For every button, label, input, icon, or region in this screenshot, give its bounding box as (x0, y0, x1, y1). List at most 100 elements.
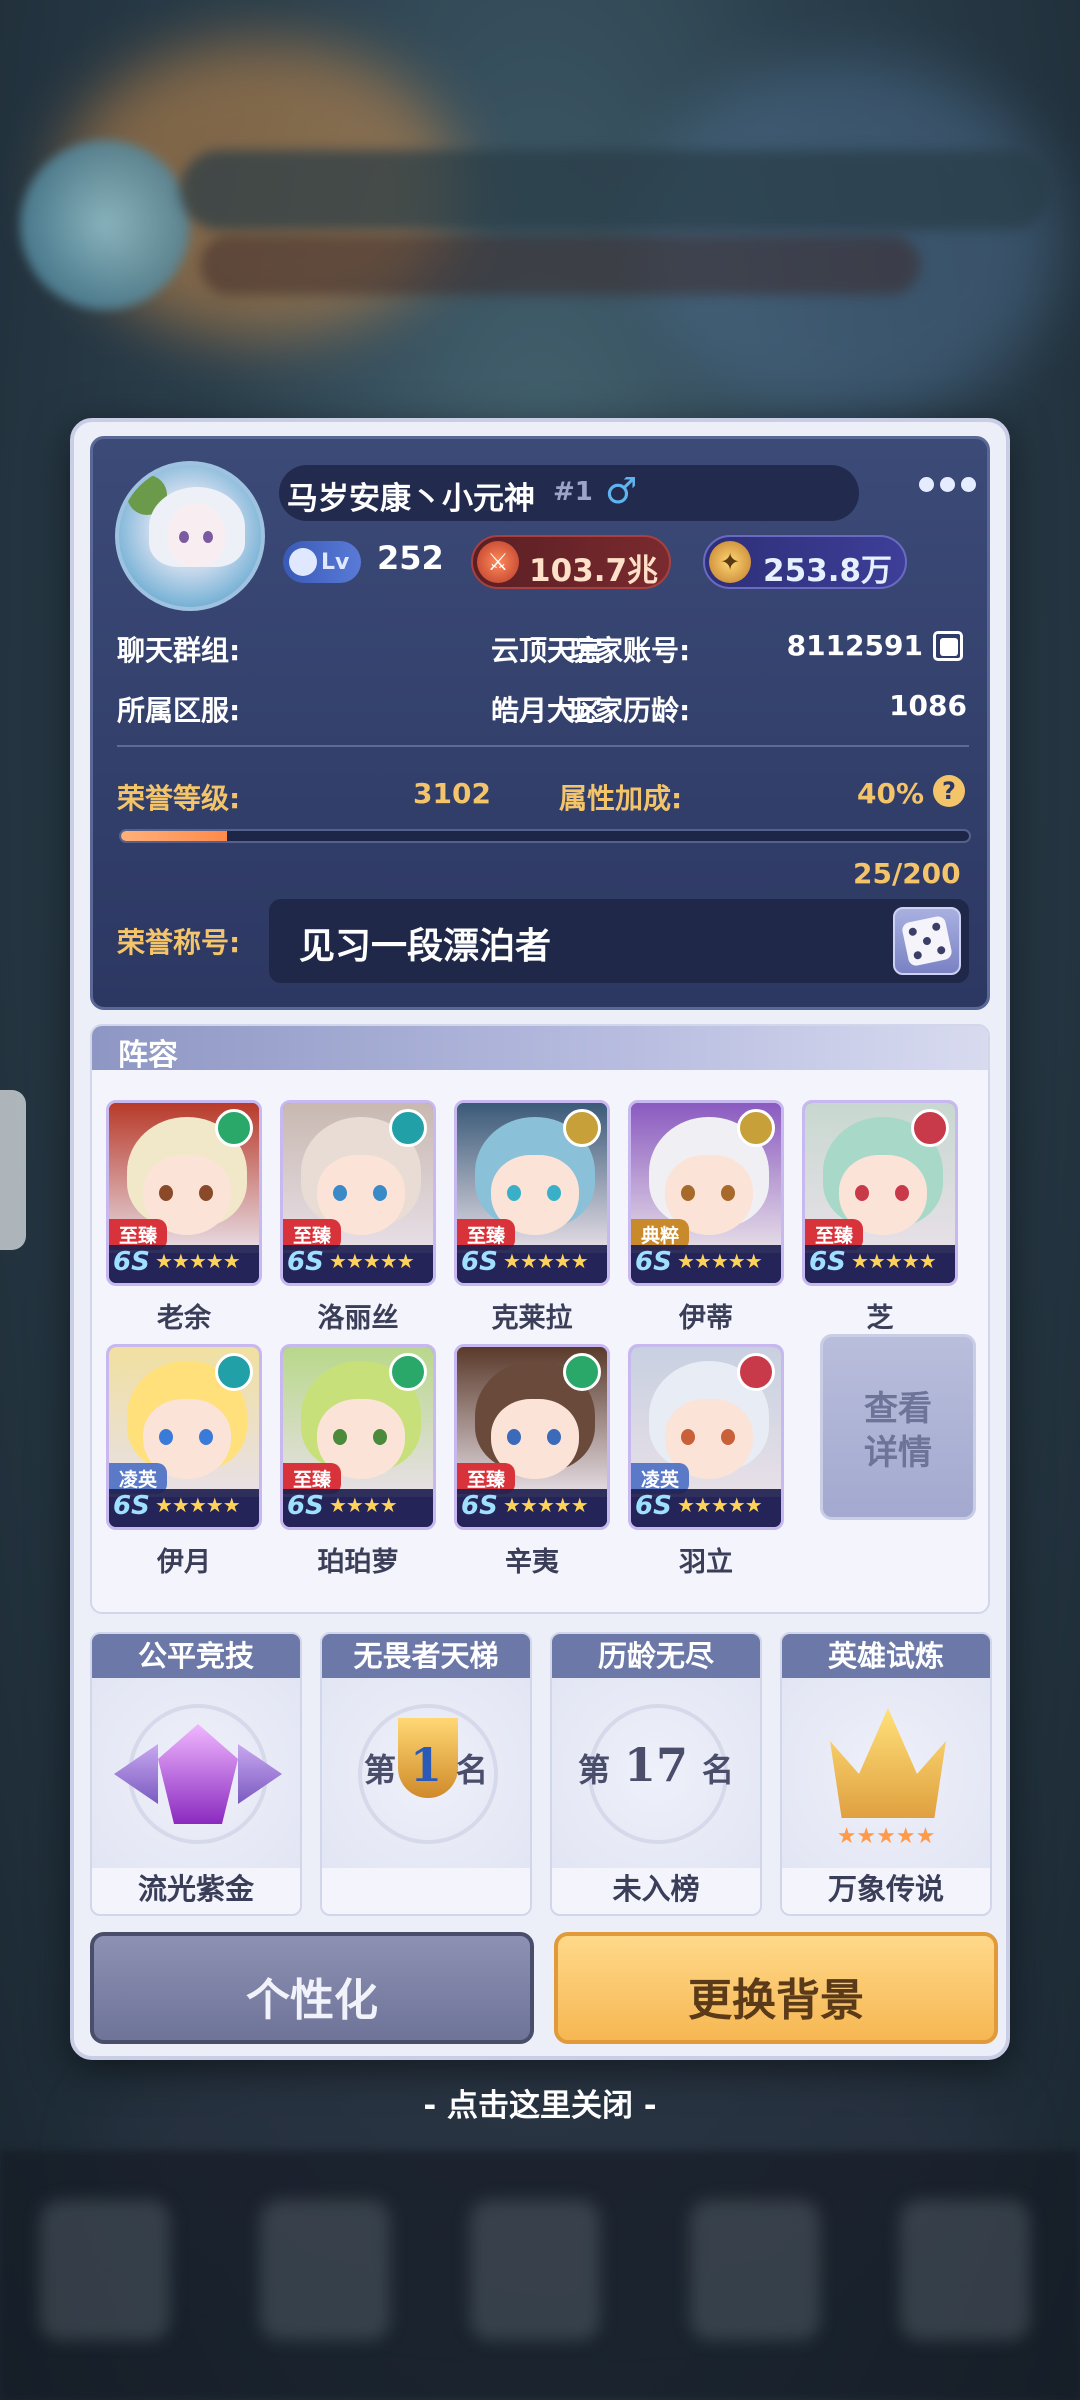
hero-portrait: 至臻 6S ★★★★★ (280, 1100, 436, 1286)
hero-stars: ★★★★★ (677, 1249, 763, 1273)
rank-result: 万象传说 (827, 1872, 944, 1906)
rank-box-fair-competition[interactable]: 公平竞技 流光紫金 (90, 1632, 302, 1916)
hero-card[interactable]: 至臻 6S ★★★★ 珀珀萝 (280, 1344, 436, 1579)
rank-emblem: 第 17 名 (552, 1678, 760, 1868)
side-drawer-handle[interactable] (0, 1090, 26, 1250)
hero-grade: 6S (113, 1491, 150, 1521)
rank-result: 未入榜 (612, 1872, 700, 1906)
player-profile-panel: 马岁安康丶小元神 #1 ♂ Lv 252 ⚔ 103.7兆 ✦ 253.8万 聊… (70, 418, 1010, 2060)
more-options-icon[interactable] (919, 477, 976, 492)
element-icon (737, 1353, 775, 1391)
hero-card[interactable]: 至臻 6S ★★★★★ 克莱拉 (454, 1100, 610, 1335)
rank-suffix: 名 (456, 1751, 489, 1789)
level-badge: Lv (283, 541, 361, 583)
element-icon (563, 1109, 601, 1147)
copy-icon[interactable] (933, 631, 963, 661)
view-details-button[interactable]: 查看 详情 (820, 1334, 976, 1520)
hero-name: 洛丽丝 (317, 1303, 399, 1334)
hero-name: 伊蒂 (679, 1303, 733, 1334)
hero-stars: ★★★★★ (503, 1249, 589, 1273)
hero-portrait: 至臻 6S ★★★★★ (802, 1100, 958, 1286)
lineup-header: 阵容 (92, 1026, 988, 1073)
hero-card[interactable]: 典粹 6S ★★★★★ 伊蒂 (628, 1100, 784, 1335)
honor-level-value: 3102 (413, 777, 491, 810)
hero-grade: 6S (809, 1247, 846, 1277)
level-label: Lv (321, 549, 350, 575)
change-background-label: 更换背景 (688, 1975, 864, 2026)
chat-group-value: 云顶天宫 (490, 634, 603, 667)
honor-progress-bar (119, 829, 971, 843)
hero-name: 克莱拉 (491, 1303, 573, 1334)
gold-currency-value: 103.7兆 (529, 553, 659, 589)
hero-stars: ★★★★ (329, 1493, 398, 1517)
dice-icon (900, 914, 954, 968)
avatar[interactable] (115, 461, 265, 611)
hero-grade: 6S (287, 1491, 324, 1521)
rank-box-hero-trial[interactable]: 英雄试炼 ★★★★★ 万象传说 (780, 1632, 992, 1916)
gold-currency[interactable]: ⚔ 103.7兆 (471, 535, 671, 589)
male-icon: ♂ (605, 471, 638, 512)
hero-card[interactable]: 凌英 6S ★★★★★ 羽立 (628, 1344, 784, 1579)
hero-grade: 6S (635, 1491, 672, 1521)
divider (117, 745, 969, 747)
rank-number: 17 (623, 1738, 688, 1792)
hero-grade-bar: 6S ★★★★★ (109, 1245, 259, 1283)
rank-emblem: 第1名 (322, 1678, 530, 1868)
hero-portrait: 典粹 6S ★★★★★ (628, 1100, 784, 1286)
hero-grade-bar: 6S ★★★★ (283, 1489, 433, 1527)
rank-suffix: 名 (702, 1751, 735, 1789)
element-icon (215, 1353, 253, 1391)
star-currency[interactable]: ✦ 253.8万 (703, 535, 907, 589)
hero-card[interactable]: 凌英 6S ★★★★★ 伊月 (106, 1344, 262, 1579)
personalize-button[interactable]: 个性化 (90, 1932, 534, 2044)
rank-prefix: 第 (577, 1751, 610, 1789)
level-icon (289, 548, 317, 576)
hero-grade-bar: 6S ★★★★★ (631, 1489, 781, 1527)
hero-name: 老余 (157, 1303, 211, 1334)
star-coin-icon: ✦ (709, 541, 751, 583)
element-icon (215, 1109, 253, 1147)
account-label: 玩家账号: (567, 634, 691, 667)
honor-progress-fill (121, 831, 227, 841)
name-bar: 马岁安康丶小元神 #1 ♂ (279, 465, 859, 521)
help-icon[interactable]: ? (933, 775, 965, 807)
hero-grade-bar: 6S ★★★★★ (631, 1245, 781, 1283)
player-age-value: 1086 (889, 689, 967, 722)
honor-progress-text: 25/200 (853, 857, 961, 890)
close-hint[interactable]: - 点击这里关闭 - (0, 2080, 1080, 2125)
hero-name: 珀珀萝 (317, 1547, 399, 1578)
crown-icon (830, 1708, 946, 1818)
rank-title: 历龄无尽 (552, 1634, 760, 1678)
level-value: 252 (377, 539, 444, 577)
rank-box-age-endless[interactable]: 历龄无尽第 17 名未入榜 (550, 1632, 762, 1916)
change-background-button[interactable]: 更换背景 (554, 1932, 998, 2044)
honor-title-box: 见习一段漂泊者 (269, 899, 969, 983)
hero-name: 伊月 (157, 1547, 211, 1578)
hero-stars: ★★★★★ (155, 1493, 241, 1517)
lineup-title: 阵容 (118, 1038, 178, 1073)
hero-card[interactable]: 至臻 6S ★★★★★ 洛丽丝 (280, 1100, 436, 1335)
hero-stars: ★★★★★ (329, 1249, 415, 1273)
hero-name: 辛夷 (505, 1547, 559, 1578)
rank-box-fearless-ladder[interactable]: 无畏者天梯第 1 名 (320, 1632, 532, 1916)
rank-emblem: ★★★★★ (782, 1678, 990, 1868)
element-icon (389, 1353, 427, 1391)
hero-card[interactable]: 至臻 6S ★★★★★ 老余 (106, 1100, 262, 1335)
player-name: 马岁安康丶小元神 (287, 481, 535, 517)
honor-level-label: 荣誉等级: (117, 782, 241, 815)
hero-portrait: 至臻 6S ★★★★★ (106, 1100, 262, 1286)
server-value: 皓月大区 (490, 694, 603, 727)
hero-grade-bar: 6S ★★★★★ (283, 1245, 433, 1283)
server-label: 所属区服: (117, 694, 241, 727)
hero-stars: ★★★★★ (677, 1493, 763, 1517)
hero-grade: 6S (113, 1247, 150, 1277)
hero-stars: ★★★★★ (503, 1493, 589, 1517)
hero-portrait: 凌英 6S ★★★★★ (106, 1344, 262, 1530)
rank-emblem (92, 1678, 300, 1868)
hero-card[interactable]: 至臻 6S ★★★★★ 芝 (802, 1100, 958, 1335)
hero-card[interactable]: 至臻 6S ★★★★★ 辛夷 (454, 1344, 610, 1579)
lineup-section: 阵容 至臻 6S ★★★★★ 老余 至臻 6S ★★★★★ 洛丽丝 至臻 6S ★★★★★ 克莱拉 典粹… (90, 1024, 990, 1614)
player-age-label: 玩家历龄: (567, 694, 691, 727)
element-icon (911, 1109, 949, 1147)
random-title-button[interactable] (893, 907, 961, 975)
